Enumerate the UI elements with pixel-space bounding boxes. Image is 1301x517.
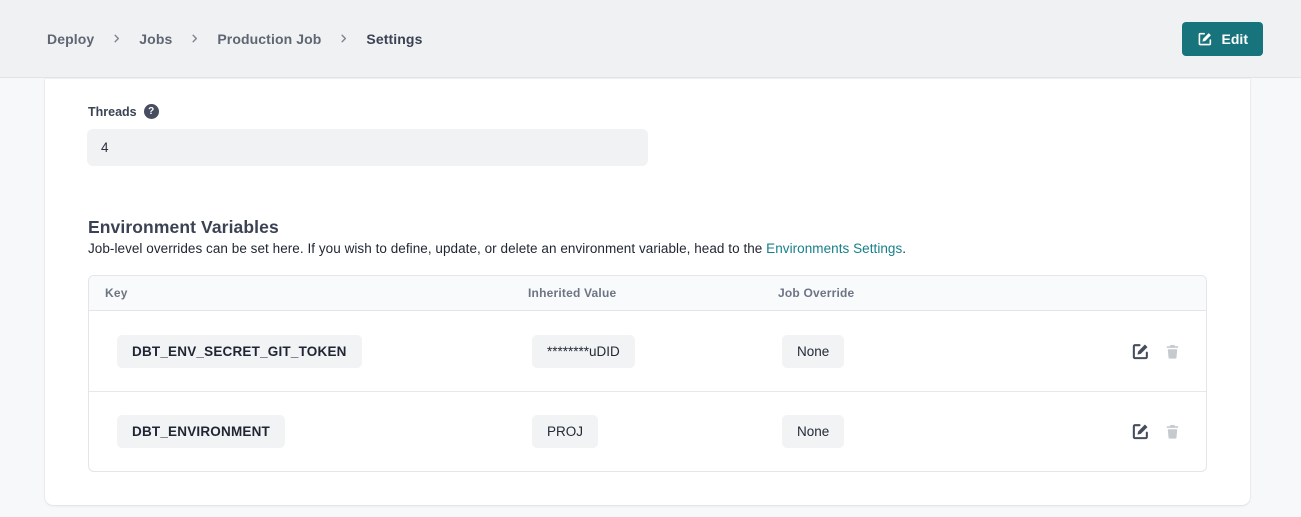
env-vars-table: Key Inherited Value Job Override DBT_ENV… [88,275,1207,472]
edit-button-label: Edit [1222,31,1248,47]
breadcrumb-item-production-job[interactable]: Production Job [217,31,321,47]
env-var-inherited-value-chip: ********uDID [532,335,635,368]
edit-pencil-square-icon [1131,342,1150,361]
threads-field-label-row: Threads ? [88,104,159,119]
help-icon[interactable]: ? [144,104,159,119]
table-row: DBT_ENV_SECRET_GIT_TOKEN ********uDID No… [89,311,1206,391]
environments-settings-link[interactable]: Environments Settings [766,241,902,256]
breadcrumb-item-jobs[interactable]: Jobs [139,31,172,47]
column-header-key: Key [89,286,512,300]
env-vars-description: Job-level overrides can be set here. If … [88,241,906,256]
column-header-inherited-value: Inherited Value [512,286,762,300]
env-var-inherited-value-chip: PROJ [532,415,598,448]
edit-button[interactable]: Edit [1182,22,1263,56]
column-header-job-override: Job Override [762,286,1086,300]
row-delete-button[interactable] [1164,343,1181,360]
breadcrumb: Deploy Jobs Production Job Settings [47,31,422,47]
threads-input[interactable] [87,129,648,166]
breadcrumb-item-settings[interactable]: Settings [366,31,422,47]
row-edit-button[interactable] [1131,342,1150,361]
env-vars-section-title: Environment Variables [88,217,279,238]
chevron-right-icon [338,33,349,44]
threads-label: Threads [88,105,137,119]
env-var-key-chip: DBT_ENVIRONMENT [117,415,285,448]
chevron-right-icon [111,33,122,44]
chevron-right-icon [189,33,200,44]
env-vars-description-period: . [902,241,906,256]
trash-icon [1164,343,1181,360]
edit-pencil-square-icon [1197,31,1213,47]
env-var-key-chip: DBT_ENV_SECRET_GIT_TOKEN [117,335,362,368]
edit-pencil-square-icon [1131,422,1150,441]
settings-card: Threads ? Environment Variables Job-leve… [45,79,1250,505]
breadcrumb-item-deploy[interactable]: Deploy [47,31,94,47]
row-edit-button[interactable] [1131,422,1150,441]
row-delete-button[interactable] [1164,423,1181,440]
trash-icon [1164,423,1181,440]
env-var-job-override-chip: None [782,415,844,448]
env-vars-description-text: Job-level overrides can be set here. If … [88,241,766,256]
env-var-job-override-chip: None [782,335,844,368]
env-vars-table-header: Key Inherited Value Job Override [89,276,1206,311]
table-row: DBT_ENVIRONMENT PROJ None [89,391,1206,471]
header-bar: Deploy Jobs Production Job Settings Edit [0,0,1301,78]
